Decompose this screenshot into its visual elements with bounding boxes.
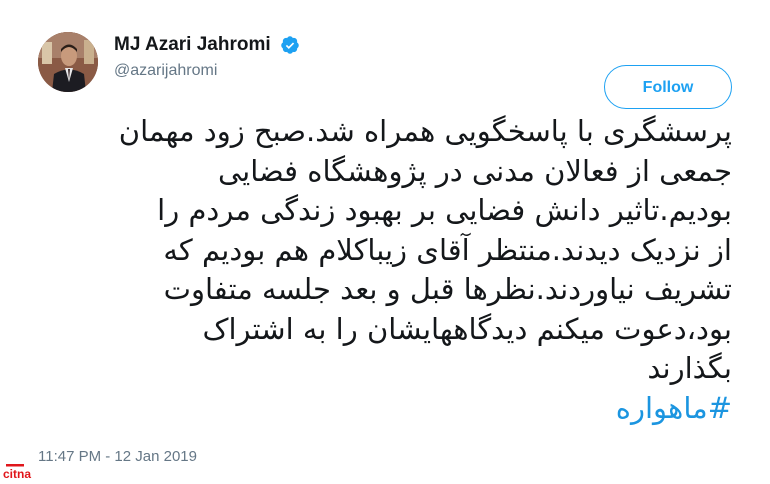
tweet-text-line: بگذارند: [647, 351, 732, 385]
svg-text:citna: citna: [3, 467, 31, 480]
avatar-image: [38, 32, 98, 92]
tweet-text-line: بودیم.تاثیر دانش فضایی بر بهبود زندگی مر…: [157, 193, 732, 227]
display-name[interactable]: MJ Azari Jahromi: [114, 34, 271, 56]
tweet-text-line: از نزدیک دیدند.منتظر آقای زیباکلام هم بو…: [163, 232, 732, 267]
tweet-header: MJ Azari Jahromi @azarijahromi Follow: [38, 28, 738, 109]
tweet-text: پرسشگری با پاسخگویی همراه شد.صبح زود مهم…: [38, 112, 732, 428]
tweet-text-line: بود،دعوت میکنم دیدگاههایشان را به اشتراک: [202, 311, 733, 346]
tweet-hashtag-line: #ماهواره: [38, 389, 732, 429]
citna-watermark-logo: citna: [2, 462, 40, 481]
follow-button[interactable]: Follow: [604, 65, 732, 109]
tweet-text-line: جمعی از فعالان مدنی در پژوهشگاه فضایی: [217, 153, 732, 188]
user-handle[interactable]: @azarijahromi: [114, 62, 300, 80]
tweet-timestamp[interactable]: 11:47 PM - 12 Jan 2019: [38, 448, 197, 465]
tweet-card: MJ Azari Jahromi @azarijahromi Follow پر…: [0, 0, 770, 482]
user-name-block: MJ Azari Jahromi @azarijahromi: [114, 34, 300, 80]
tweet-text-line: تشریف نیاوردند.نظرها قبل و بعد جلسه متفا…: [163, 272, 732, 306]
tweet-text-line: پرسشگری با پاسخگویی همراه شد.صبح زود مهم…: [118, 114, 732, 148]
verified-badge-icon: [280, 35, 300, 55]
avatar[interactable]: [38, 32, 98, 92]
hashtag-link[interactable]: #ماهواره: [616, 391, 732, 425]
